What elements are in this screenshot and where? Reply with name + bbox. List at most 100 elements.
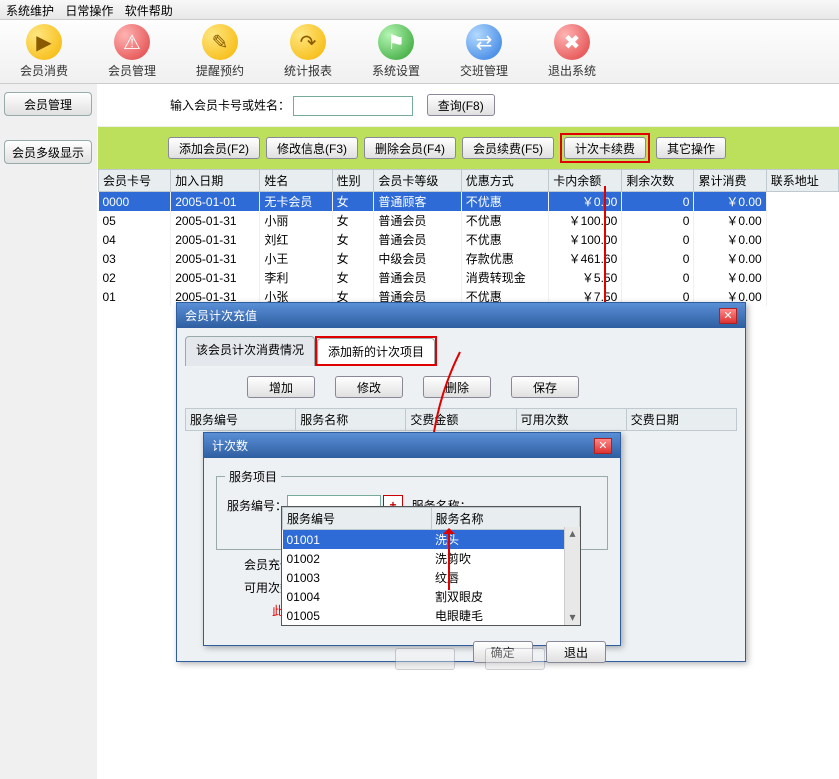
scroll-up-icon[interactable]: ▴	[565, 527, 580, 541]
search-button[interactable]: 查询(F8)	[427, 94, 495, 116]
menu-daily[interactable]: 日常操作	[65, 4, 113, 18]
tab-consume-history[interactable]: 该会员计次消费情况	[185, 336, 315, 366]
renew-member-button[interactable]: 会员续费(F5)	[462, 137, 554, 159]
save-button[interactable]: 保存	[511, 376, 579, 398]
modify-button[interactable]: 修改	[335, 376, 403, 398]
cell: 不优惠	[461, 211, 548, 230]
cell: 0000	[99, 192, 171, 212]
exit-button[interactable]: 退出	[546, 641, 606, 663]
toolbar-item-1[interactable]: ⚠会员管理	[88, 24, 176, 79]
scrollbar[interactable]: ▴ ▾	[564, 527, 580, 625]
toolbar-item-4[interactable]: ⚑系统设置	[352, 24, 440, 79]
cell: 01	[99, 287, 171, 306]
dlg1-col[interactable]: 可用次数	[516, 409, 626, 431]
menu-help[interactable]: 软件帮助	[125, 4, 173, 18]
cell: 04	[99, 230, 171, 249]
table-row[interactable]: 042005-01-31刘红女普通会员不优惠￥100.000￥0.00	[99, 230, 839, 249]
cell: 0	[622, 249, 694, 268]
cell: 中级会员	[374, 249, 461, 268]
cell: 2005-01-01	[171, 192, 260, 212]
cell: ￥0.00	[694, 249, 766, 268]
dropdown-row[interactable]: 01004割双眼皮	[283, 587, 580, 606]
fieldset-legend: 服务项目	[225, 468, 281, 485]
table-row[interactable]: 052005-01-31小丽女普通会员不优惠￥100.000￥0.00	[99, 211, 839, 230]
cell: 2005-01-31	[171, 268, 260, 287]
dropdown-row[interactable]: 01002洗剪吹	[283, 549, 580, 568]
grid-header[interactable]: 姓名	[260, 170, 332, 192]
toolbar-item-6[interactable]: ✖ 退出系统	[528, 24, 616, 79]
grid-header[interactable]: 会员卡等级	[374, 170, 461, 192]
other-ops-button[interactable]: 其它操作	[656, 137, 726, 159]
grid-header[interactable]: 加入日期	[171, 170, 260, 192]
dropdown-row[interactable]: 01003纹唇	[283, 568, 580, 587]
ghost-btn-2	[485, 648, 545, 670]
scroll-down-icon[interactable]: ▾	[565, 611, 580, 625]
grid-header[interactable]: 会员卡号	[99, 170, 171, 192]
toolbar-icon: ✖	[554, 24, 590, 60]
cell: 普通会员	[374, 211, 461, 230]
action-bar: 添加会员(F2) 修改信息(F3) 删除会员(F4) 会员续费(F5) 计次卡续…	[98, 127, 839, 169]
toolbar-item-2[interactable]: ✎提醒预约	[176, 24, 264, 79]
highlight-box-tab: 添加新的计次项目	[315, 336, 437, 366]
cell: 2005-01-31	[171, 230, 260, 249]
table-row[interactable]: 00002005-01-01无卡会员女普通顾客不优惠￥0.000￥0.00	[99, 192, 839, 212]
cell: 2005-01-31	[171, 249, 260, 268]
close-icon[interactable]: ✕	[594, 438, 612, 454]
tab-add-times-item[interactable]: 添加新的计次项目	[317, 338, 435, 364]
toolbar-item-5[interactable]: ⇄交班管理	[440, 24, 528, 79]
cell: 05	[99, 211, 171, 230]
grid-header[interactable]: 优惠方式	[461, 170, 548, 192]
dropdown-row[interactable]: 01005电眼睫毛	[283, 606, 580, 625]
cell: ￥0.00	[694, 268, 766, 287]
add-button[interactable]: 增加	[247, 376, 315, 398]
highlight-box: 计次卡续费	[560, 133, 650, 163]
cell: 0	[622, 230, 694, 249]
grid-header[interactable]: 卡内余额	[549, 170, 622, 192]
search-input[interactable]	[293, 96, 413, 116]
cell: 0	[622, 268, 694, 287]
cell: ￥0.00	[694, 192, 766, 212]
dlg1-col[interactable]: 服务编号	[186, 409, 296, 431]
side-member-manage[interactable]: 会员管理	[4, 92, 92, 116]
times-card-renew-button[interactable]: 计次卡续费	[564, 137, 646, 159]
cell: ￥0.00	[694, 211, 766, 230]
dlg1-col[interactable]: 服务名称	[296, 409, 406, 431]
side-member-tree[interactable]: 会员多级显示	[4, 140, 92, 164]
search-label: 输入会员卡号或姓名：	[170, 99, 290, 113]
edit-member-button[interactable]: 修改信息(F3)	[266, 137, 358, 159]
toolbar-label: 统计报表	[264, 62, 352, 79]
grid-header[interactable]: 联系地址	[766, 170, 838, 192]
grid-header[interactable]: 性别	[332, 170, 374, 192]
grid-header[interactable]: 累计消费	[694, 170, 766, 192]
dd-col-code: 服务编号	[283, 508, 432, 530]
delete-member-button[interactable]: 删除会员(F4)	[364, 137, 456, 159]
table-row[interactable]: 032005-01-31小王女中级会员存款优惠￥461.600￥0.00	[99, 249, 839, 268]
note-text: 此	[216, 602, 284, 619]
cell: 小王	[260, 249, 332, 268]
toolbar-icon: ⇄	[466, 24, 502, 60]
table-row[interactable]: 022005-01-31李利女普通会员消费转现金￥5.500￥0.00	[99, 268, 839, 287]
cell: 0	[622, 192, 694, 212]
cell: ￥5.50	[549, 268, 622, 287]
add-member-button[interactable]: 添加会员(F2)	[168, 137, 260, 159]
grid-header[interactable]: 剩余次数	[622, 170, 694, 192]
dropdown-row[interactable]: 01001洗头	[283, 530, 580, 550]
dd-name: 洗头	[431, 530, 580, 550]
cell: 普通会员	[374, 230, 461, 249]
member-grid: 会员卡号加入日期姓名性别会员卡等级优惠方式卡内余额剩余次数累计消费联系地址 00…	[98, 169, 839, 306]
toolbar-label: 退出系统	[528, 62, 616, 79]
menu-system[interactable]: 系统维护	[6, 4, 54, 18]
cell: 0	[622, 211, 694, 230]
toolbar-item-3[interactable]: ↷统计报表	[264, 24, 352, 79]
cell: 无卡会员	[260, 192, 332, 212]
delete-button[interactable]: 删除	[423, 376, 491, 398]
toolbar-label: 会员消费	[0, 62, 88, 79]
cell: 李利	[260, 268, 332, 287]
search-row: 输入会员卡号或姓名： 查询(F8)	[98, 84, 839, 127]
close-icon[interactable]: ✕	[719, 308, 737, 324]
cell: 女	[332, 268, 374, 287]
toolbar-item-0[interactable]: ▶会员消费	[0, 24, 88, 79]
service-dropdown[interactable]: 服务编号 服务名称 01001洗头01002洗剪吹01003纹唇01004割双眼…	[281, 506, 581, 626]
dlg1-col[interactable]: 交费金额	[406, 409, 516, 431]
dlg1-col[interactable]: 交费日期	[626, 409, 736, 431]
